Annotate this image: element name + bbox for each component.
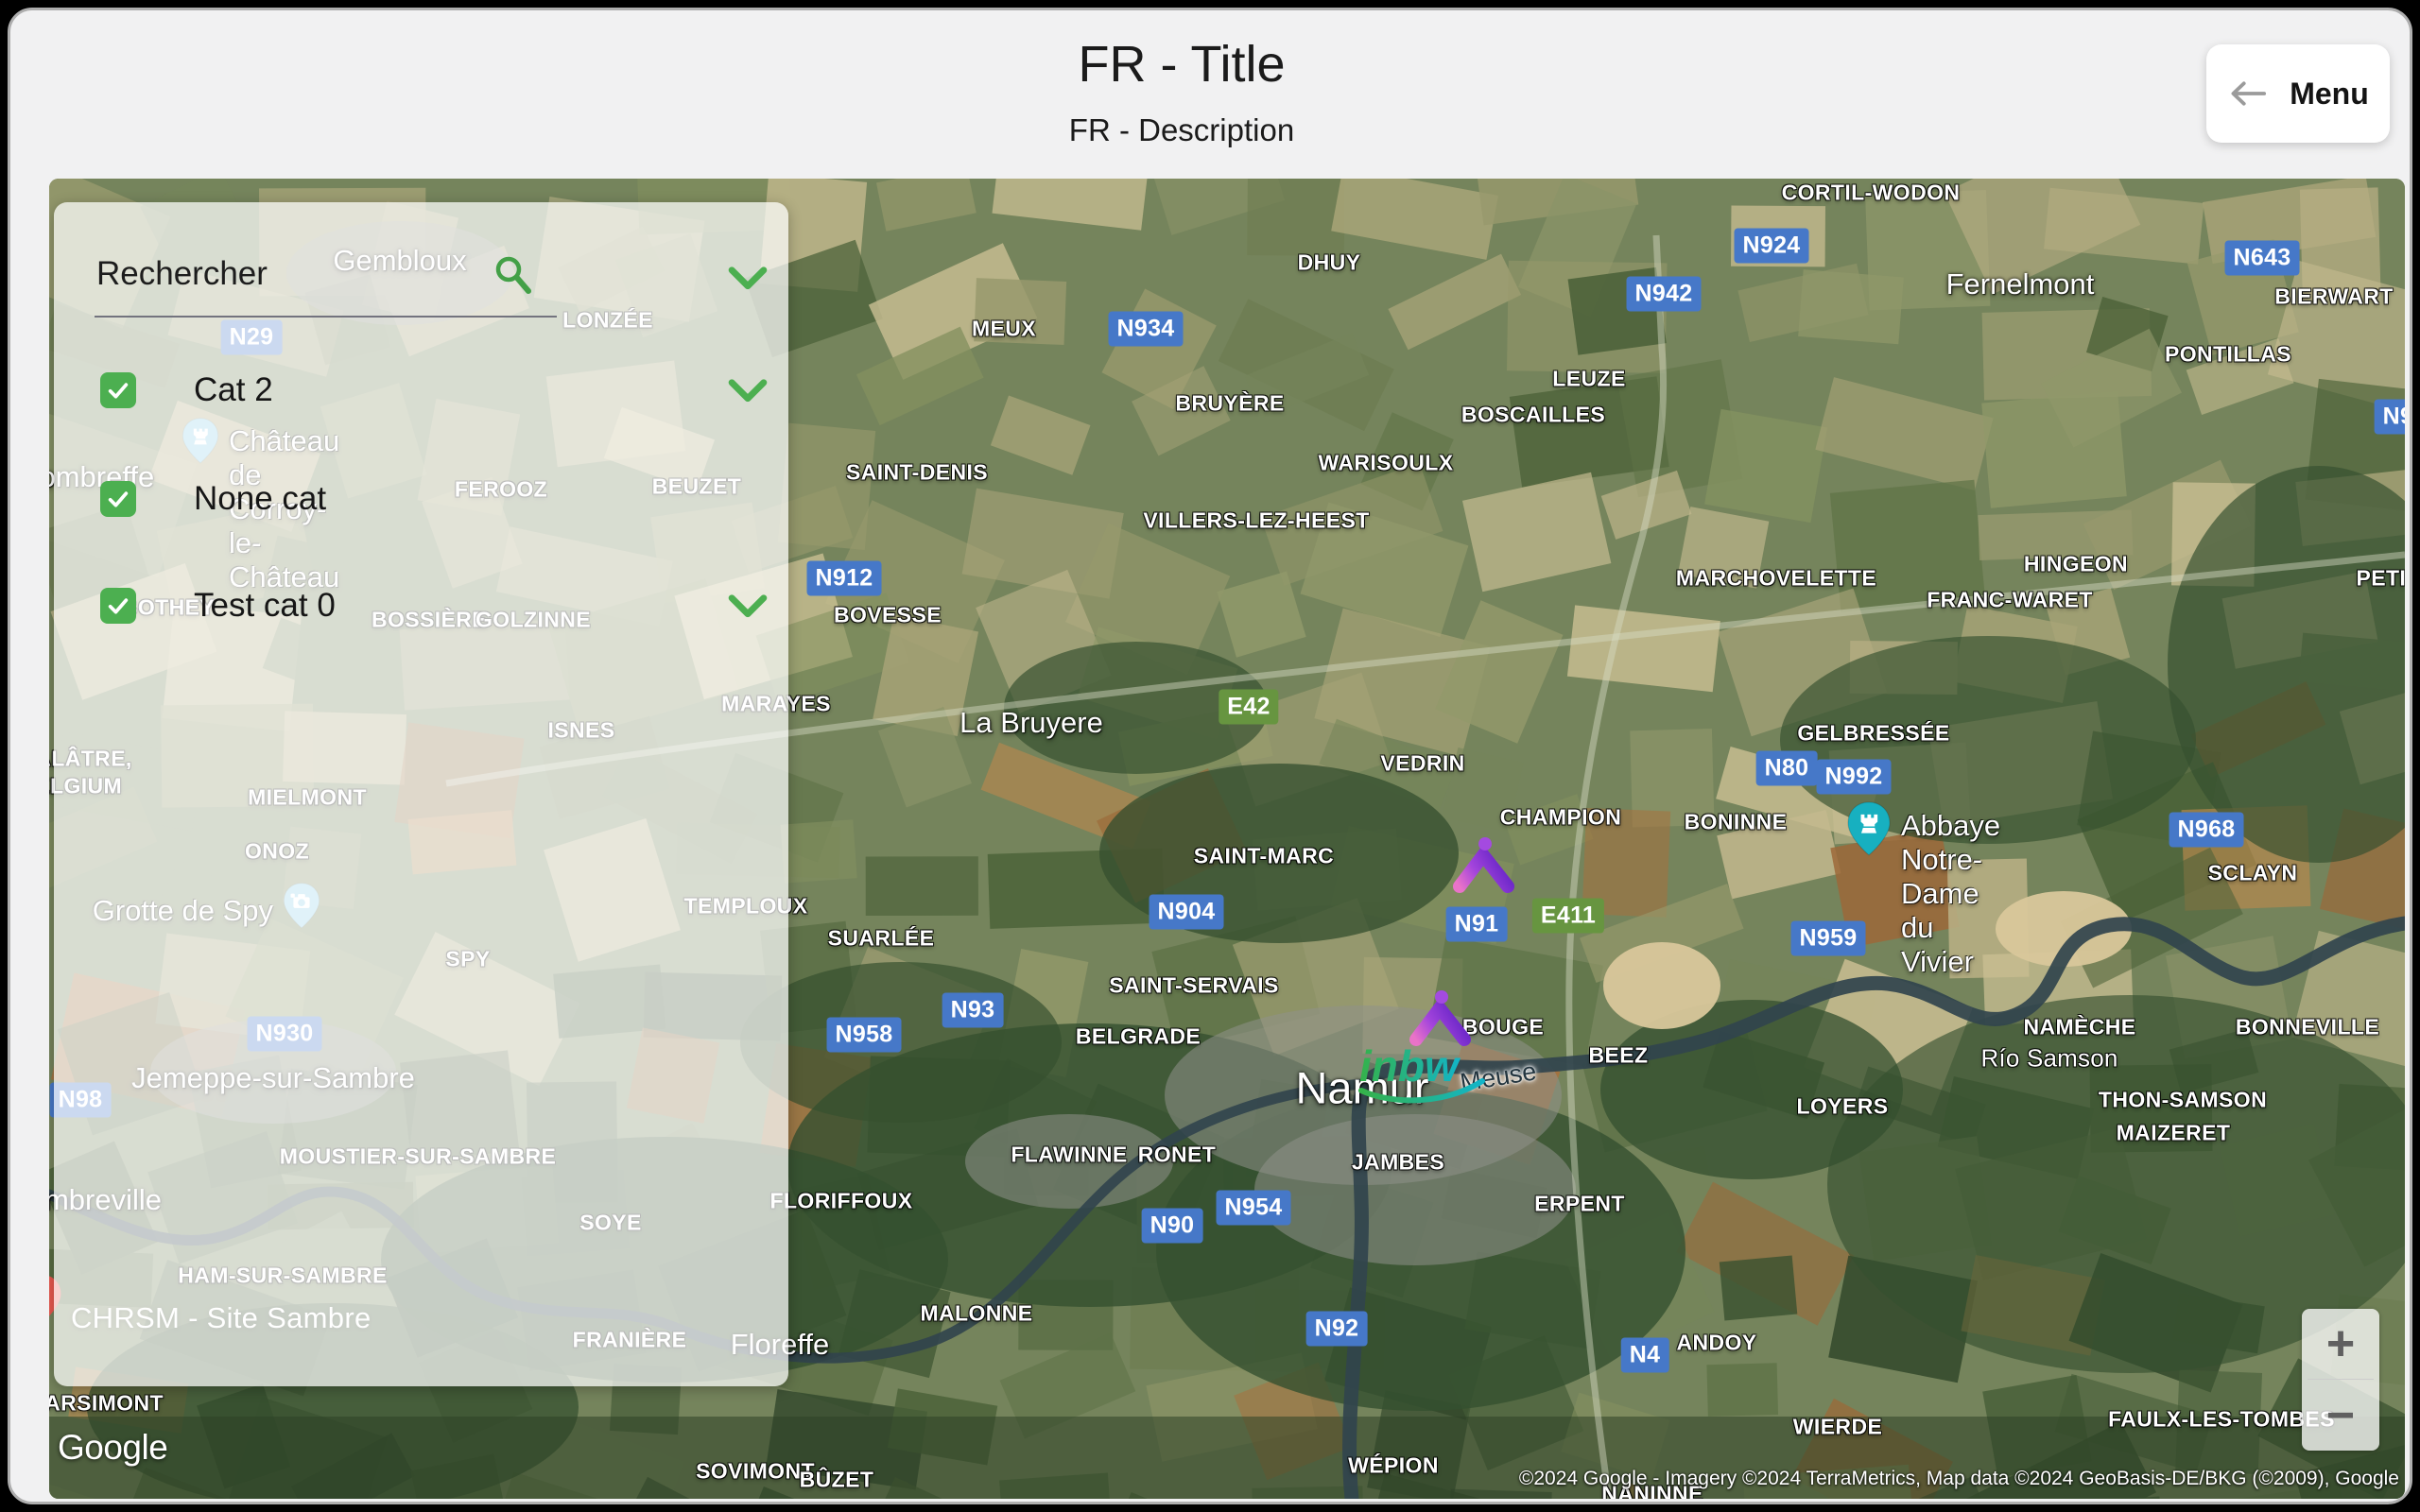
filter-panel: Rechercher Cat 2 None cat Test cat 0 — [54, 202, 788, 1386]
search-underline — [95, 316, 557, 318]
checkbox-cat-2[interactable] — [100, 372, 136, 408]
checkbox-none-cat[interactable] — [100, 481, 136, 517]
zoom-divider — [2308, 1379, 2374, 1380]
poi-pin-castle-icon[interactable]: Abbaye Notre-Dame du Vivier — [1844, 800, 2000, 978]
checkbox-test-cat-0[interactable] — [100, 588, 136, 624]
category-label-cat-2: Cat 2 — [194, 371, 273, 408]
check-icon — [108, 383, 129, 399]
page-title: FR - Title — [1078, 36, 1286, 93]
zoom-in-button[interactable]: + — [2302, 1309, 2379, 1379]
zoom-control: + − — [2302, 1309, 2379, 1451]
category-label-none-cat: None cat — [194, 480, 327, 517]
chevron-down-icon-cat-2[interactable] — [726, 375, 769, 407]
app-window: FR - Title FR - Description Menu CORTIL-… — [8, 8, 2412, 1504]
zoom-out-button[interactable]: − — [2302, 1381, 2379, 1451]
search-chevron-down-icon[interactable] — [726, 263, 769, 295]
map-attribution: ©2024 Google - Imagery ©2024 TerraMetric… — [1518, 1468, 2399, 1489]
custom-marker-purple-logo[interactable] — [1449, 837, 1517, 902]
poi-label: Abbaye Notre-Dame du Vivier — [1901, 808, 2001, 978]
category-label-test-cat-0: Test cat 0 — [194, 587, 336, 624]
search-icon[interactable] — [491, 251, 536, 299]
search-input[interactable]: Rechercher — [96, 255, 268, 293]
menu-button-label: Menu — [2290, 76, 2369, 111]
check-icon — [108, 598, 129, 614]
check-icon — [108, 491, 129, 507]
google-logo: Google — [58, 1428, 168, 1467]
page-description: FR - Description — [1068, 112, 1295, 147]
inbw-logo[interactable]: inbw — [1352, 1032, 1494, 1122]
menu-button[interactable]: Menu — [2206, 44, 2390, 143]
chevron-down-icon-test-cat-0[interactable] — [726, 591, 769, 623]
svg-text:inbw: inbw — [1359, 1041, 1461, 1091]
map-canvas[interactable]: CORTIL-WODON DHUY MEUX BIERWART PONTILLAS BRU… — [49, 179, 2405, 1499]
back-arrow-icon — [2231, 81, 2267, 106]
